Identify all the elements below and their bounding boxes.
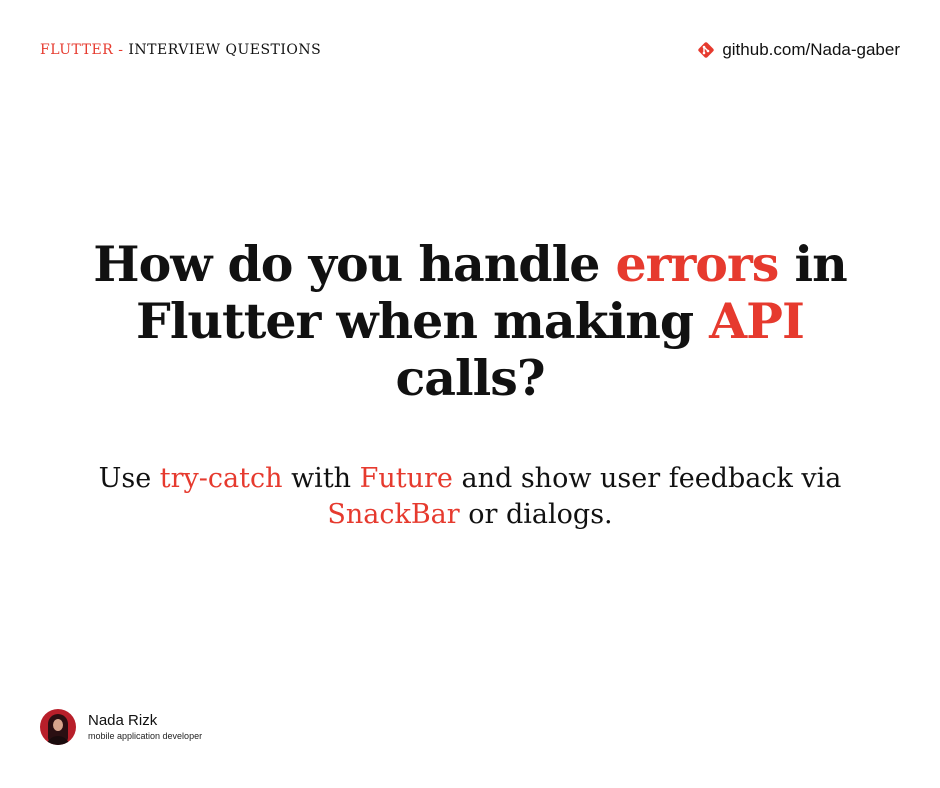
github-link-text: github.com/Nada-gaber [722,40,900,59]
answer-text-2: with [282,463,360,494]
question-highlight-api: API [709,292,805,350]
avatar [40,709,76,745]
author-name: Nada Rizk [88,711,158,729]
git-icon [698,42,714,58]
question-highlight-errors: errors [615,235,779,293]
topic-separator: - [113,42,129,58]
topic-label: FLUTTER [40,42,114,58]
answer-text: Use try-catch with Future and show user … [60,461,880,533]
answer-highlight-try-catch: try-catch [159,463,283,494]
question-text-1: How do you handle [93,235,616,293]
question-text-3: calls? [395,349,545,407]
github-link[interactable]: github.com/Nada-gaber [697,40,900,60]
author-info: Nada Rizk mobile application developer [88,712,202,741]
answer-text-3: and show user feedback via [452,463,842,494]
answer-text-4: or dialogs. [459,499,613,530]
question-heading: How do you handle errors in Flutter when… [70,236,870,407]
answer-highlight-snackbar: SnackBar [327,499,460,530]
series-label: FLUTTER - INTERVIEW QUESTIONS [40,42,321,58]
answer-text-1: Use [98,463,160,494]
author-role: mobile application developer [88,730,203,741]
author-card: Nada Rizk mobile application developer [40,709,202,745]
answer-highlight-future: Future [359,463,453,494]
series-title: INTERVIEW QUESTIONS [128,42,322,58]
